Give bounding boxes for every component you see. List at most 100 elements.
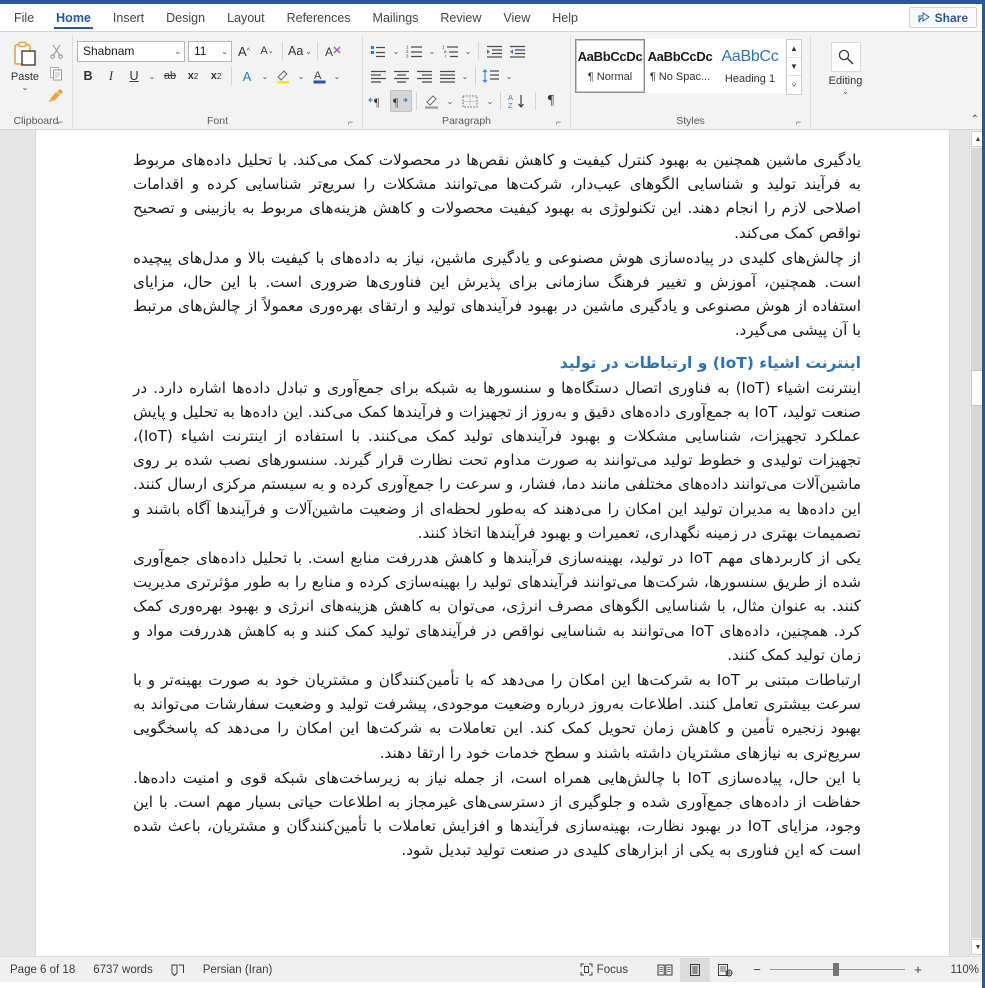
font-dialog-launcher[interactable]: ⌐ xyxy=(345,117,356,128)
ltr-text-direction-button[interactable]: ¶ xyxy=(367,90,389,112)
tab-label: Insert xyxy=(112,10,145,25)
read-mode-button[interactable] xyxy=(650,958,680,982)
ribbon-group-clipboard: Paste ⌄ Clipboard ⌐ xyxy=(0,35,72,129)
multilevel-list-button[interactable]: 1ai xyxy=(439,40,461,62)
styles-scroll-down-icon[interactable]: ▼ xyxy=(787,58,801,76)
zoom-slider-thumb[interactable] xyxy=(833,963,839,976)
underline-chevron-down-icon[interactable]: ⌄ xyxy=(146,65,158,87)
styles-dialog-launcher[interactable]: ⌐ xyxy=(793,117,804,128)
section-heading: اینترنت اشیاء (IoT) و ارتباطات در تولید xyxy=(559,353,861,372)
align-left-button[interactable] xyxy=(367,65,389,87)
font-color-button[interactable]: A xyxy=(308,65,330,87)
style-normal[interactable]: AaBbCcDc ¶ Normal xyxy=(575,39,645,93)
zoom-out-button[interactable]: − xyxy=(750,962,764,977)
word-count-label: 6737 words xyxy=(93,963,153,976)
bullets-button[interactable] xyxy=(367,40,389,62)
italic-button[interactable]: I xyxy=(100,65,122,87)
text-effects-button[interactable]: A xyxy=(236,65,258,87)
numbering-button[interactable]: 123 xyxy=(403,40,425,62)
focus-button[interactable]: Focus xyxy=(580,963,628,976)
text-effects-chevron-down-icon[interactable]: ⌄ xyxy=(259,65,271,87)
clear-formatting-button[interactable]: A xyxy=(322,40,344,62)
superscript-button[interactable]: x2 xyxy=(205,65,227,87)
chevron-down-icon[interactable]: ⌄ xyxy=(842,88,849,96)
tab-review[interactable]: Review xyxy=(429,4,492,31)
proofing-icon[interactable] xyxy=(171,963,185,977)
tab-help[interactable]: Help xyxy=(541,4,589,31)
zoom-in-button[interactable]: + xyxy=(911,962,925,977)
svg-text:i: i xyxy=(445,54,446,59)
group-label-paragraph: Paragraph ⌐ xyxy=(367,114,566,129)
shading-chevron-down-icon[interactable]: ⌄ xyxy=(444,90,456,112)
paragraph-dialog-launcher[interactable]: ⌐ xyxy=(553,117,564,128)
shading-button[interactable] xyxy=(421,90,443,112)
document-page[interactable]: یادگیری ماشین همچنین به بهبود کنترل کیفی… xyxy=(35,130,950,956)
tab-mailings[interactable]: Mailings xyxy=(362,4,430,31)
align-center-button[interactable] xyxy=(390,65,412,87)
tab-file[interactable]: File xyxy=(0,4,45,31)
show-formatting-marks-button[interactable]: ¶ xyxy=(540,90,562,112)
decrease-indent-button[interactable] xyxy=(483,40,505,62)
strikethrough-button[interactable]: ab xyxy=(159,65,181,87)
justify-button[interactable] xyxy=(436,65,458,87)
clipboard-dialog-launcher[interactable]: ⌐ xyxy=(55,117,66,128)
font-color-chevron-down-icon[interactable]: ⌄ xyxy=(331,65,343,87)
style-no-spacing[interactable]: AaBbCcDc ¶ No Spac... xyxy=(645,39,715,93)
paragraph: اینترنت اشیاء (IoT) به فناوری اتصال دستگ… xyxy=(133,378,862,542)
styles-scroll-up-icon[interactable]: ▲ xyxy=(787,40,801,58)
page-indicator[interactable]: Page 6 of 18 xyxy=(10,964,75,976)
highlight-chevron-down-icon[interactable]: ⌄ xyxy=(295,65,307,87)
format-painter-button[interactable] xyxy=(46,85,66,105)
align-right-button[interactable] xyxy=(413,65,435,87)
line-spacing-chevron-down-icon[interactable]: ⌄ xyxy=(503,65,515,87)
web-layout-button[interactable] xyxy=(710,958,740,982)
italic-label: I xyxy=(108,68,114,83)
line-spacing-button[interactable] xyxy=(480,65,502,87)
sort-button[interactable]: AZ xyxy=(505,90,531,112)
share-button[interactable]: Share xyxy=(908,7,977,28)
font-size-combobox[interactable]: 11 ⌄ xyxy=(188,40,232,62)
tab-references[interactable]: References xyxy=(276,4,362,31)
editing-button[interactable]: Editing ⌄ xyxy=(818,38,874,96)
cut-button[interactable] xyxy=(46,41,66,61)
styles-more-icon[interactable]: ⩒ xyxy=(787,76,801,94)
subscript-button[interactable]: x2 xyxy=(182,65,204,87)
language-indicator[interactable]: Persian (Iran) xyxy=(203,964,273,976)
style-heading-1[interactable]: AaBbCc Heading 1 xyxy=(715,39,785,93)
word-count[interactable]: 6737 words xyxy=(93,964,152,976)
numbering-chevron-down-icon[interactable]: ⌄ xyxy=(426,40,438,62)
highlight-button[interactable] xyxy=(272,65,294,87)
bold-button[interactable]: B xyxy=(77,65,99,87)
multilevel-chevron-down-icon[interactable]: ⌄ xyxy=(462,40,474,62)
print-layout-button[interactable] xyxy=(680,957,710,982)
document-canvas[interactable]: یادگیری ماشین همچنین به بهبود کنترل کیفی… xyxy=(0,130,985,956)
font-row-2: B I U ⌄ ab x2 x2 A ⌄ ⌄ A ⌄ xyxy=(77,65,358,87)
bullets-chevron-down-icon[interactable]: ⌄ xyxy=(390,40,402,62)
svg-text:¶: ¶ xyxy=(393,95,399,108)
tab-view[interactable]: View xyxy=(492,4,541,31)
copy-button[interactable] xyxy=(46,63,66,83)
collapse-ribbon-icon[interactable]: ⌃ xyxy=(971,114,979,125)
underline-label: U xyxy=(129,69,139,83)
underline-button[interactable]: U xyxy=(123,65,145,87)
tab-layout[interactable]: Layout xyxy=(216,4,276,31)
zoom-slider[interactable] xyxy=(770,963,905,977)
tab-home[interactable]: Home xyxy=(45,4,102,31)
tab-insert[interactable]: Insert xyxy=(102,4,155,31)
style-preview: AaBbCcDc xyxy=(647,49,713,64)
font-name-combobox[interactable]: Shabnam ⌄ xyxy=(77,40,185,62)
paste-button[interactable]: Paste ⌄ xyxy=(4,38,46,92)
zoom-level[interactable]: 110% xyxy=(935,964,979,976)
change-case-button[interactable]: Aa ⌄ xyxy=(287,40,313,62)
increase-indent-button[interactable] xyxy=(506,40,528,62)
borders-chevron-down-icon[interactable]: ⌄ xyxy=(484,90,496,112)
paragraph-row-2: ⌄ ⌄ xyxy=(367,65,566,87)
chevron-down-icon[interactable]: ⌄ xyxy=(22,84,29,92)
grow-font-button[interactable]: A ^ xyxy=(233,40,255,62)
shrink-font-button[interactable]: A ⌄ xyxy=(256,40,278,62)
justify-chevron-down-icon[interactable]: ⌄ xyxy=(459,65,471,87)
borders-button[interactable] xyxy=(457,90,483,112)
divider xyxy=(475,67,476,85)
tab-design[interactable]: Design xyxy=(155,4,216,31)
rtl-text-direction-button[interactable]: ¶ xyxy=(390,90,412,112)
